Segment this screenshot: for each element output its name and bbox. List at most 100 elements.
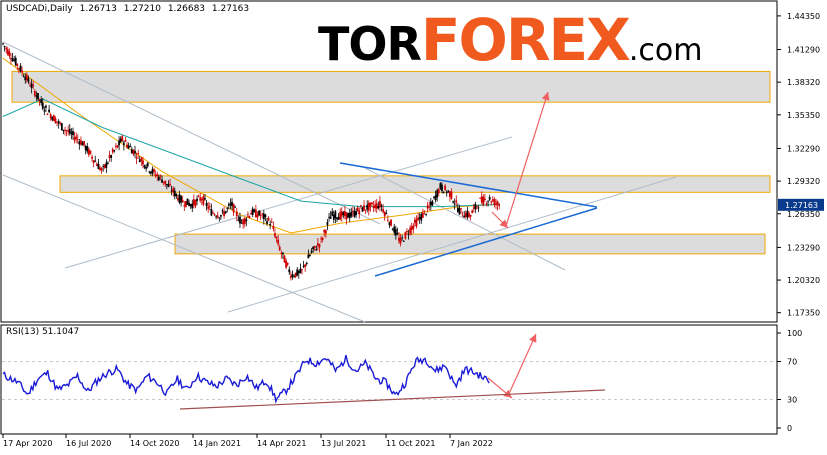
candle-body bbox=[402, 241, 405, 242]
candle-body bbox=[351, 211, 354, 213]
candle-body bbox=[277, 239, 280, 245]
candle-body bbox=[328, 217, 330, 219]
time-tick-label: 7 Jan 2022 bbox=[450, 439, 493, 448]
candle-body bbox=[441, 184, 443, 191]
candle-body bbox=[89, 150, 92, 154]
candle-body bbox=[99, 167, 101, 170]
candle-body bbox=[14, 57, 17, 66]
torforex-logo: TORFOREX.com bbox=[318, 6, 702, 76]
candle-body bbox=[289, 275, 292, 278]
candle-body bbox=[347, 213, 350, 218]
candle-body bbox=[396, 232, 399, 235]
candle-body bbox=[108, 155, 111, 158]
candle-body bbox=[205, 202, 208, 207]
candle-body bbox=[366, 204, 369, 210]
candle-body bbox=[97, 163, 100, 170]
candle-body bbox=[464, 213, 467, 218]
candle-body bbox=[310, 250, 313, 253]
candle-body bbox=[437, 189, 440, 194]
candle-body bbox=[151, 168, 154, 174]
candle-body bbox=[372, 205, 375, 209]
candle-body bbox=[285, 260, 287, 268]
candle-body bbox=[460, 208, 462, 210]
candle-body bbox=[453, 203, 456, 205]
candle-body bbox=[274, 233, 276, 237]
candle-body bbox=[219, 215, 222, 217]
candle-body bbox=[126, 144, 128, 148]
candle-body bbox=[390, 219, 392, 226]
candle-body bbox=[242, 219, 245, 225]
candle-body bbox=[169, 183, 171, 186]
sr-zone-0 bbox=[11, 70, 771, 103]
candle-body bbox=[189, 204, 192, 207]
candle-body bbox=[140, 158, 143, 161]
candle-body bbox=[315, 249, 318, 251]
candle-body bbox=[132, 149, 135, 155]
candle-body bbox=[488, 197, 491, 200]
candle-body bbox=[91, 156, 93, 159]
candle-body bbox=[204, 198, 206, 200]
candle-body bbox=[8, 51, 11, 57]
candle-body bbox=[237, 219, 240, 221]
candle-body bbox=[154, 174, 157, 177]
candle-body bbox=[283, 255, 286, 263]
close-value: 1.27163 bbox=[211, 4, 250, 14]
candle-body bbox=[326, 222, 329, 226]
candle-body bbox=[115, 145, 117, 147]
candle-body bbox=[426, 205, 429, 209]
candle-body bbox=[138, 159, 141, 163]
candle-body bbox=[304, 264, 307, 268]
current-price-label: 1.27163 bbox=[785, 201, 818, 210]
candle-body bbox=[318, 244, 321, 248]
candle-body bbox=[30, 83, 33, 89]
candle-body bbox=[466, 210, 469, 218]
rsi-label: RSI(13) 51.1047 bbox=[6, 327, 80, 337]
candle-body bbox=[121, 136, 124, 141]
logo-tor: TOR bbox=[318, 17, 422, 71]
candle-body bbox=[40, 99, 43, 104]
candle-body bbox=[433, 196, 435, 198]
candle-body bbox=[68, 128, 71, 134]
candle-body bbox=[188, 202, 190, 206]
candle-body bbox=[137, 152, 140, 154]
candle-body bbox=[103, 164, 106, 168]
candle-body bbox=[3, 46, 6, 47]
candle-body bbox=[116, 145, 119, 148]
candle-body bbox=[364, 209, 367, 211]
logo-com: .com bbox=[628, 33, 703, 68]
candle-body bbox=[218, 217, 221, 219]
candle-body bbox=[461, 215, 464, 217]
candle-body bbox=[38, 99, 41, 101]
candle-body bbox=[192, 199, 195, 205]
candle-body bbox=[482, 196, 485, 205]
candle-body bbox=[35, 95, 38, 97]
candle-body bbox=[363, 205, 365, 211]
candle-body bbox=[398, 237, 400, 242]
candle-body bbox=[272, 225, 275, 230]
candle-body bbox=[331, 211, 334, 216]
candle-body bbox=[142, 160, 144, 165]
candle-body bbox=[256, 214, 259, 218]
candle-body bbox=[148, 171, 151, 173]
candle-body bbox=[173, 190, 176, 197]
rsi-tick-label: 0 bbox=[787, 424, 792, 433]
candle-body bbox=[110, 155, 113, 158]
chart-header: USDCADi,Daily 1.26713 1.27210 1.26683 1.… bbox=[6, 4, 253, 14]
candle-body bbox=[156, 174, 159, 177]
candle-body bbox=[280, 252, 283, 254]
candle-body bbox=[250, 213, 253, 215]
candle-body bbox=[13, 59, 16, 61]
candle-body bbox=[425, 213, 427, 215]
candle-body bbox=[447, 190, 450, 192]
candle-body bbox=[162, 181, 165, 183]
candle-body bbox=[231, 201, 233, 207]
price-tick-label: 1.29320 bbox=[787, 177, 820, 186]
candle-body bbox=[234, 206, 237, 208]
candle-body bbox=[294, 272, 297, 277]
candle-body bbox=[258, 210, 260, 216]
candle-body bbox=[299, 268, 302, 273]
candle-body bbox=[307, 254, 310, 259]
candle-body bbox=[161, 179, 163, 183]
time-tick-label: 17 Apr 2020 bbox=[3, 439, 52, 448]
candle-body bbox=[348, 213, 351, 219]
